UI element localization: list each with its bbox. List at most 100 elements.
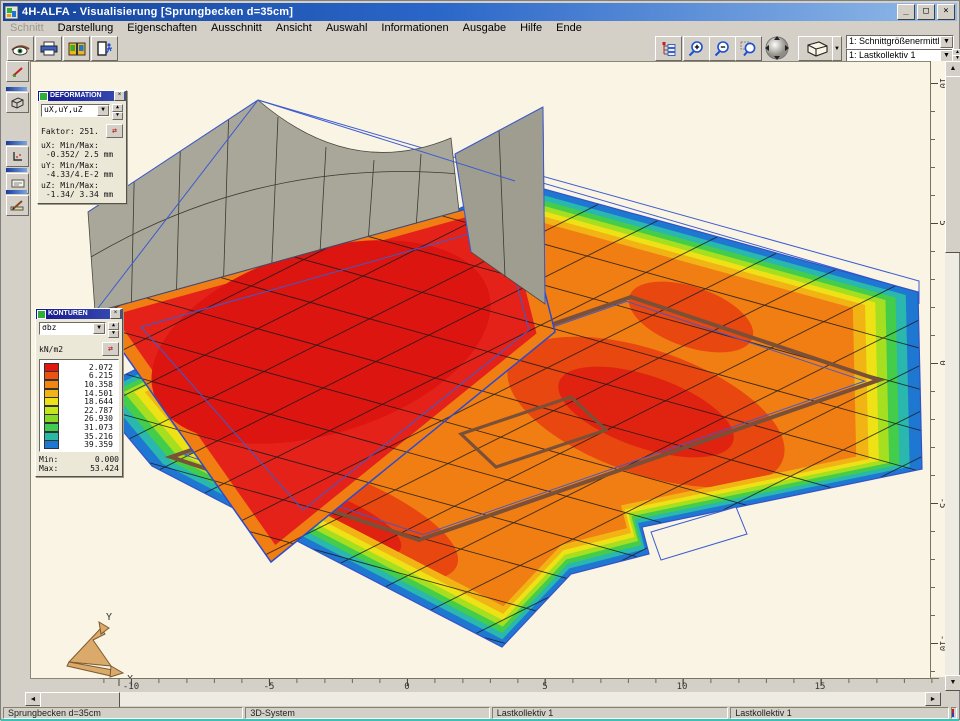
draw-mode-button[interactable] [6, 61, 29, 82]
properties-tree-button[interactable] [655, 36, 682, 61]
menu-item-informationen[interactable]: Informationen [374, 22, 455, 34]
menu-item-eigenschaften[interactable]: Eigenschaften [120, 22, 204, 34]
legend-row: 39.359 [44, 440, 116, 449]
konturen-combo-value: σbz [42, 323, 56, 332]
menu-item-auswahl[interactable]: Auswahl [319, 22, 375, 34]
status-field: 3D-System [245, 707, 489, 719]
deformation-refresh-button[interactable]: ⇄ [106, 124, 123, 138]
viewport-3d[interactable]: Y X DEFORMATION × uX,uY,uZ ▼ ▲ ▼ [30, 61, 931, 679]
dock-panel-strip[interactable] [6, 141, 27, 145]
result-combo-value: 1: Schnittgrößenermittlung [849, 36, 954, 46]
view-eye-button[interactable] [7, 36, 34, 61]
horizontal-scrollbar[interactable]: ◄ ► [25, 692, 941, 706]
konturen-panel[interactable]: KONTUREN × σbz ▼ ▲ ▼ kN/m2 ⇄ [35, 308, 123, 477]
legend-row: 14.501 [44, 389, 116, 398]
title-bar[interactable]: 4H-ALFA - Visualisierung [Sprungbecken d… [3, 3, 957, 21]
result-combo[interactable]: 1: Schnittgrößenermittlung ▼ [846, 35, 954, 49]
zoom-window-button[interactable] [735, 36, 762, 61]
zoom-in-icon [688, 40, 705, 57]
zoom-in-button[interactable] [683, 36, 710, 61]
dock-panel-strip[interactable] [6, 168, 27, 172]
svg-text:Y: Y [106, 612, 112, 623]
horizontal-scroll-thumb[interactable] [40, 692, 120, 708]
hruler-label: 0 [404, 682, 409, 692]
horizontal-ruler: -10-5051015 [99, 678, 939, 692]
uy-value: -4.33/4.E-2 mm [41, 170, 123, 179]
contour-legend: 2.0726.21510.35814.50118.64422.78726.930… [39, 359, 119, 452]
menu-item-schnitt: Schnitt [3, 22, 51, 34]
scroll-down-icon[interactable]: ▼ [945, 675, 960, 691]
label-icon [11, 178, 25, 189]
manual-button[interactable] [63, 36, 90, 61]
menu-item-ausschnitt[interactable]: Ausschnitt [204, 22, 269, 34]
panel-icon [39, 92, 48, 101]
deformation-spin-down[interactable]: ▼ [112, 112, 123, 120]
maximize-button[interactable]: □ [917, 4, 935, 20]
close-button[interactable]: × [937, 4, 955, 20]
max-value: 53.424 [58, 464, 119, 473]
model-3d-button[interactable] [6, 92, 29, 113]
konturen-combo-arrow-icon[interactable]: ▼ [93, 323, 105, 334]
view-3d-dropdown[interactable]: ▼ [832, 36, 842, 61]
deformation-spin-up[interactable]: ▲ [112, 104, 123, 112]
pencil-icon [11, 66, 25, 78]
menu-bar: SchnittDarstellungEigenschaftenAusschnit… [3, 21, 957, 35]
exit-button[interactable] [91, 36, 118, 61]
menu-item-hilfe[interactable]: Hilfe [513, 22, 549, 34]
legend-row: 18.644 [44, 397, 116, 406]
deformation-combo-value: uX,uY,uZ [44, 105, 83, 114]
menu-item-darstellung[interactable]: Darstellung [51, 22, 121, 34]
legend-row: 35.216 [44, 432, 116, 441]
deformation-component-combo[interactable]: uX,uY,uZ ▼ [41, 104, 110, 117]
minimize-button[interactable]: _ [897, 4, 915, 20]
result-combo-arrow-icon[interactable]: ▼ [940, 36, 953, 48]
menu-item-ende[interactable]: Ende [549, 22, 589, 34]
konturen-unit: kN/m2 [39, 345, 102, 354]
legend-row: 31.073 [44, 423, 116, 432]
deformation-close-icon[interactable]: × [114, 91, 125, 101]
legend-value: 39.359 [67, 440, 116, 449]
scroll-right-icon[interactable]: ► [925, 692, 941, 706]
konturen-close-icon[interactable]: × [110, 309, 121, 319]
legend-row: 10.358 [44, 380, 116, 389]
toolbar: ▼ 1: Schnittgrößenermittlung ▼ 1: Lastko… [3, 35, 957, 61]
vertical-scrollbar[interactable]: ▲ ▼ [945, 61, 959, 691]
hruler-label: 5 [542, 682, 547, 692]
zoom-window-icon [740, 40, 757, 57]
panel-icon [37, 310, 46, 319]
exit-door-icon [96, 41, 114, 56]
wire-cube-icon [10, 97, 25, 109]
window-title: 4H-ALFA - Visualisierung [Sprungbecken d… [22, 6, 293, 18]
zoom-out-button[interactable] [709, 36, 736, 61]
axes-icon [11, 151, 25, 163]
pan-sphere-icon [760, 35, 794, 61]
measure-button[interactable] [6, 195, 29, 216]
loadcase-combo-value: 1: Lastkollektiv 1 [849, 50, 916, 60]
deformation-combo-arrow-icon[interactable]: ▼ [97, 105, 109, 116]
dock-panel-strip[interactable] [6, 87, 27, 91]
view-3d-button[interactable] [798, 36, 833, 61]
print-button[interactable] [35, 36, 62, 61]
scroll-left-icon[interactable]: ◄ [25, 692, 41, 706]
uz-label: uZ: Min/Max: [41, 181, 123, 190]
konturen-panel-title: KONTUREN [48, 309, 88, 319]
konturen-panel-titlebar[interactable]: KONTUREN × [36, 309, 122, 319]
konturen-spin-down[interactable]: ▼ [108, 330, 119, 338]
max-label: Max: [39, 464, 58, 473]
deformation-panel[interactable]: DEFORMATION × uX,uY,uZ ▼ ▲ ▼ Faktor: 251… [37, 90, 127, 204]
tree-list-icon [661, 41, 677, 56]
menu-item-ansicht[interactable]: Ansicht [269, 22, 319, 34]
deformation-panel-title: DEFORMATION [50, 91, 102, 101]
measure-pencil-icon [10, 200, 25, 212]
menu-item-ausgabe[interactable]: Ausgabe [456, 22, 513, 34]
dock-panel-strip[interactable] [6, 190, 27, 194]
vertical-scroll-thumb[interactable] [945, 76, 960, 253]
deformation-panel-titlebar[interactable]: DEFORMATION × [38, 91, 126, 101]
konturen-refresh-button[interactable]: ⇄ [102, 342, 119, 356]
axes-toggle-button[interactable] [6, 146, 29, 167]
konturen-quantity-combo[interactable]: σbz ▼ [39, 322, 106, 335]
app-icon [5, 6, 18, 19]
app-window: 4H-ALFA - Visualisierung [Sprungbecken d… [0, 0, 960, 720]
konturen-spin-up[interactable]: ▲ [108, 322, 119, 330]
scroll-up-icon[interactable]: ▲ [945, 61, 960, 77]
